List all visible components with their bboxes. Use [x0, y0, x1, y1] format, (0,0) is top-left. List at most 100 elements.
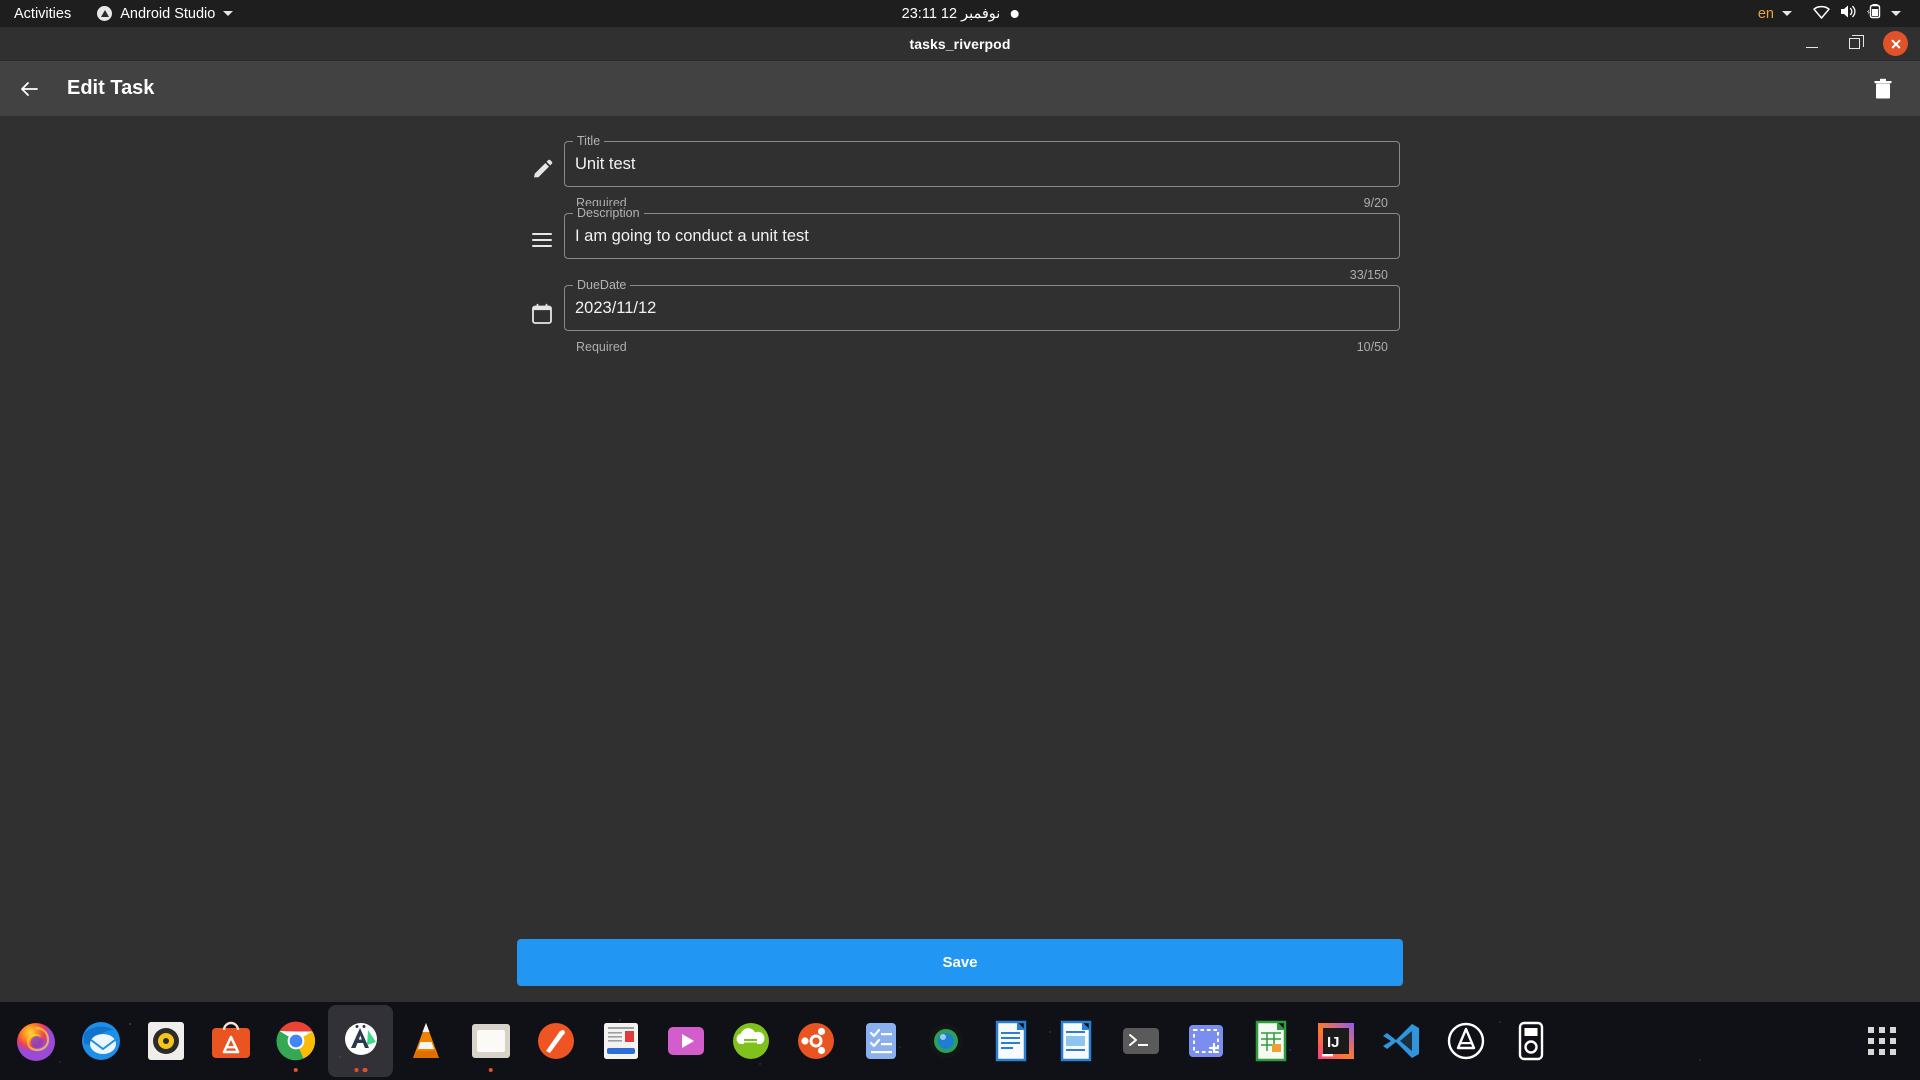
vs-code-icon	[1378, 1018, 1424, 1064]
app-body: Title Unit test Required 9/20 Descriptio…	[0, 116, 1920, 1049]
grid-dot	[1868, 1038, 1874, 1044]
dock-item-thunderbird[interactable]	[68, 1005, 133, 1077]
app-menu-label: Android Studio	[120, 5, 216, 22]
grid-dot	[1868, 1027, 1874, 1033]
thunderbird-icon	[78, 1018, 124, 1064]
dock-item-rhythmbox[interactable]	[133, 1005, 198, 1077]
dock-item-camera[interactable]	[913, 1005, 978, 1077]
dock-item-firefox[interactable]	[3, 1005, 68, 1077]
grid-dot	[1879, 1049, 1885, 1055]
dock-item-tasks[interactable]	[848, 1005, 913, 1077]
grid-dot	[1868, 1049, 1874, 1055]
back-button[interactable]	[14, 74, 44, 104]
title-field: Title Unit test Required 9/20	[564, 134, 1400, 213]
description-value: I am going to conduct a unit test	[575, 227, 809, 245]
device-manager-icon	[1508, 1018, 1554, 1064]
title-helper-row: Required 9/20	[564, 187, 1400, 213]
notification-dot-icon	[1010, 9, 1019, 18]
video-player-icon	[663, 1018, 709, 1064]
grid-dot	[1890, 1038, 1896, 1044]
grid-dot	[1890, 1049, 1896, 1055]
terminal-icon	[1118, 1018, 1164, 1064]
chevron-down-icon	[1891, 11, 1901, 16]
page-title: Edit Task	[67, 77, 155, 99]
running-indicator	[354, 1067, 367, 1072]
dock-item-google-chrome[interactable]	[263, 1005, 328, 1077]
svg-text:IJ: IJ	[1327, 1034, 1340, 1051]
wifi-icon	[1813, 5, 1830, 23]
news-reader-icon	[598, 1018, 644, 1064]
title-counter: 9/20	[1363, 196, 1388, 210]
description-input[interactable]: Description I am going to conduct a unit…	[564, 206, 1400, 259]
vlc-icon	[403, 1018, 449, 1064]
description-helper-row: 33/150	[564, 259, 1400, 285]
libreoffice-writer-icon	[988, 1018, 1034, 1064]
dock-item-vlc[interactable]	[393, 1005, 458, 1077]
dock-item-video-player[interactable]	[653, 1005, 718, 1077]
app-menu-button[interactable]: Android Studio	[85, 0, 245, 27]
android-studio-icon	[97, 6, 113, 21]
save-button[interactable]: Save	[517, 939, 1403, 986]
minimize-button[interactable]	[1799, 31, 1825, 57]
window-title: tasks_riverpod	[909, 35, 1011, 52]
activities-button[interactable]: Activities	[0, 0, 85, 27]
delete-icon	[1874, 78, 1892, 98]
status-menu-button[interactable]	[1804, 0, 1910, 27]
screenshot-icon	[1183, 1018, 1229, 1064]
title-input[interactable]: Title Unit test	[564, 134, 1400, 187]
window-controls	[1799, 27, 1908, 60]
grid-dot	[1890, 1027, 1896, 1033]
description-label: Description	[573, 206, 644, 221]
dock-item-terminal[interactable]	[1108, 1005, 1173, 1077]
clock-label: 23:11 نوفمبر 12	[901, 5, 1001, 22]
duedate-helper-text: Required	[576, 340, 627, 354]
edit-task-form: Title Unit test Required 9/20 Descriptio…	[520, 134, 1400, 357]
title-field-row: Title Unit test Required 9/20	[520, 134, 1400, 213]
duedate-helper-row: Required 10/50	[564, 331, 1400, 357]
pencil-icon	[520, 141, 564, 181]
files-icon	[468, 1018, 514, 1064]
window-titlebar: tasks_riverpod	[0, 27, 1920, 61]
app-bar: Edit Task	[0, 61, 1920, 116]
grid-dot	[1879, 1038, 1885, 1044]
duedate-input[interactable]: DueDate 2023/11/12	[564, 278, 1400, 331]
dock-item-android-studio[interactable]	[328, 1005, 393, 1077]
title-label: Title	[573, 134, 605, 149]
dock-item-gimp[interactable]	[523, 1005, 588, 1077]
dock: IJ	[0, 1002, 1920, 1080]
duedate-field: DueDate 2023/11/12 Required 10/50	[564, 278, 1400, 357]
dock-item-app-center[interactable]	[1433, 1005, 1498, 1077]
delete-task-button[interactable]	[1868, 74, 1898, 104]
camera-icon	[923, 1018, 969, 1064]
grid-dot	[1879, 1027, 1885, 1033]
running-indicator	[293, 1067, 298, 1072]
close-button[interactable]	[1883, 31, 1908, 56]
ubuntu-icon	[793, 1018, 839, 1064]
dock-item-vs-code[interactable]	[1368, 1005, 1433, 1077]
dock-item-ubuntu[interactable]	[783, 1005, 848, 1077]
back-arrow-icon	[21, 81, 38, 96]
running-indicator	[488, 1067, 493, 1072]
dock-item-libreoffice-impress[interactable]	[1043, 1005, 1108, 1077]
dock-item-libreoffice-calc[interactable]	[1238, 1005, 1303, 1077]
description-counter: 33/150	[1349, 268, 1388, 282]
chevron-down-icon	[1782, 11, 1792, 16]
dock-item-intellij-idea[interactable]: IJ	[1303, 1005, 1368, 1077]
dock-item-ubuntu-software[interactable]	[198, 1005, 263, 1077]
dock-item-device-manager[interactable]	[1498, 1005, 1563, 1077]
firefox-icon	[13, 1018, 59, 1064]
dock-item-screenshot[interactable]	[1173, 1005, 1238, 1077]
dock-item-files[interactable]	[458, 1005, 523, 1077]
app-window: tasks_riverpod Edit Task Title Unit test…	[0, 27, 1920, 1049]
language-indicator[interactable]: en	[1746, 0, 1804, 27]
duedate-label: DueDate	[573, 278, 631, 293]
show-applications-button[interactable]	[1868, 1027, 1896, 1055]
clock-button[interactable]: 23:11 نوفمبر 12	[902, 0, 1019, 27]
top-bar-left: Activities Android Studio	[0, 0, 245, 27]
duedate-value: 2023/11/12	[575, 299, 657, 317]
dock-item-libreoffice-writer[interactable]	[978, 1005, 1043, 1077]
dock-item-nextcloud[interactable]	[718, 1005, 783, 1077]
maximize-button[interactable]	[1841, 31, 1867, 57]
dock-item-news-reader[interactable]	[588, 1005, 653, 1077]
tasks-icon	[858, 1018, 904, 1064]
